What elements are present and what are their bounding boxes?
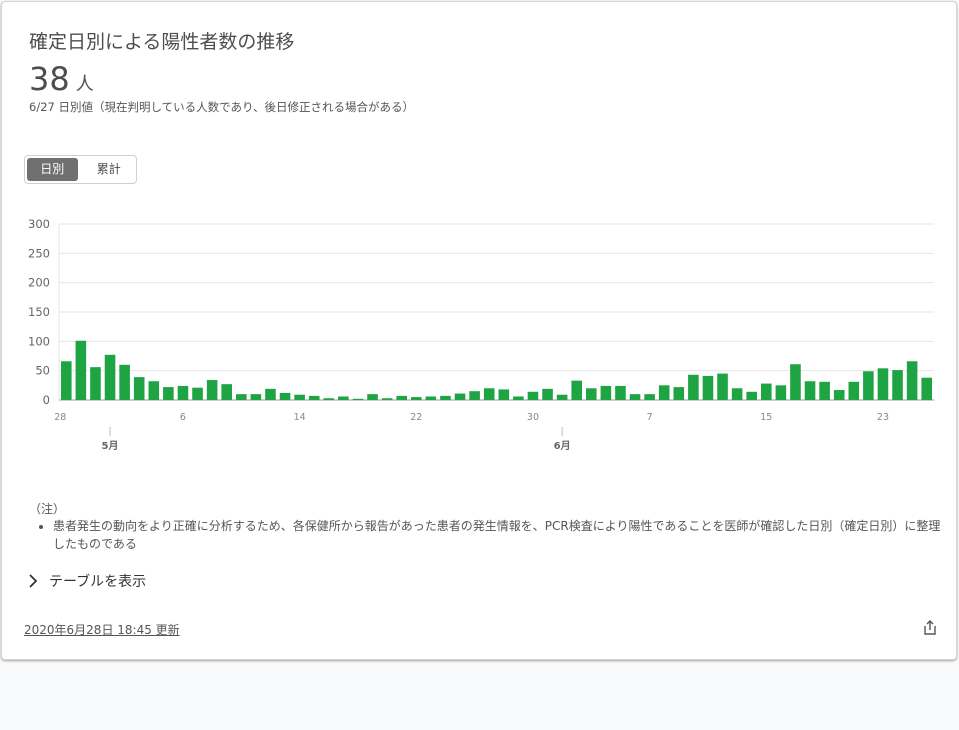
latest-value-number: 38 <box>29 60 70 98</box>
bar <box>75 340 87 400</box>
bar <box>746 391 757 400</box>
bar <box>556 394 568 400</box>
y-tick-label: 250 <box>28 246 50 260</box>
bar <box>148 381 160 400</box>
bar <box>61 361 72 400</box>
bar <box>658 385 670 400</box>
notes-list: 患者発生の動向をより正確に分析するため、各保健所から報告があった患者の発生情報を… <box>35 517 948 553</box>
bar <box>906 361 918 400</box>
bar <box>454 393 466 400</box>
bar <box>673 387 685 400</box>
show-table-toggle[interactable]: テーブルを表示 <box>25 571 146 591</box>
y-tick-label: 300 <box>28 217 50 231</box>
bar <box>221 384 232 400</box>
bar <box>279 392 291 400</box>
bar <box>192 387 203 400</box>
bar <box>440 395 451 400</box>
x-tick-label: 15 <box>760 412 772 423</box>
bar <box>848 381 860 400</box>
bar <box>731 388 743 400</box>
bar <box>104 354 116 400</box>
last-updated-link[interactable]: 2020年6月28日 18:45 更新 <box>24 621 180 638</box>
bar <box>629 394 641 400</box>
show-table-label: テーブルを表示 <box>49 574 147 590</box>
x-tick-label: 6 <box>180 412 186 423</box>
x-tick-label: 28 <box>54 412 66 423</box>
bar <box>323 398 335 400</box>
y-tick-label: 50 <box>35 364 50 378</box>
bar <box>513 396 524 400</box>
data-view-toggle: 日別 累計 <box>24 155 137 184</box>
bar <box>542 388 553 400</box>
bar <box>396 395 407 400</box>
bar <box>586 388 597 400</box>
chevron-right-icon <box>29 574 38 588</box>
bar <box>571 380 582 400</box>
bar <box>688 374 699 400</box>
bar <box>877 368 889 400</box>
y-tick-label: 200 <box>28 276 50 290</box>
month-label: 6月 <box>554 440 571 452</box>
bar <box>250 394 262 400</box>
note-item: 患者発生の動向をより正確に分析するため、各保健所から報告があった患者の発生情報を… <box>53 517 948 553</box>
bar <box>921 377 932 400</box>
x-tick-label: 22 <box>410 412 422 423</box>
bar <box>483 388 495 400</box>
bar <box>717 373 728 400</box>
bar <box>469 391 480 400</box>
bar <box>294 394 305 400</box>
bar <box>411 397 422 400</box>
bar <box>236 394 247 400</box>
bar <box>702 375 714 400</box>
bar <box>761 383 772 400</box>
bar <box>133 377 145 400</box>
share-icon[interactable] <box>921 619 939 637</box>
bar <box>381 398 393 400</box>
bar <box>790 364 801 400</box>
y-tick-label: 100 <box>28 334 50 348</box>
month-label: 5月 <box>102 440 119 452</box>
bar <box>425 396 437 400</box>
bar <box>833 390 845 400</box>
bar <box>804 381 816 400</box>
bar <box>265 388 276 400</box>
bar <box>615 385 626 400</box>
bar <box>119 364 130 400</box>
latest-value-unit: 人 <box>75 74 94 95</box>
bar <box>308 395 320 400</box>
bar <box>352 398 364 400</box>
bar <box>775 385 787 400</box>
bar <box>819 381 830 400</box>
bar <box>367 394 378 400</box>
bar <box>863 371 874 400</box>
notes-heading: （注） <box>29 502 66 516</box>
bar <box>206 380 218 400</box>
latest-value-note: 6/27 日別値（現在判明している人数であり、後日修正される場合がある） <box>29 100 415 114</box>
latest-value: 38 人 <box>29 60 94 98</box>
chart-card: 確定日別による陽性者数の推移 38 人 6/27 日別値（現在判明している人数であ… <box>1 1 957 660</box>
toggle-cumulative-button[interactable]: 累計 <box>84 158 135 181</box>
card-title: 確定日別による陽性者数の推移 <box>29 31 295 53</box>
bar <box>527 391 539 400</box>
bar <box>644 394 655 400</box>
bar <box>338 396 349 400</box>
y-tick-label: 150 <box>28 305 50 319</box>
x-tick-label: 30 <box>527 412 539 423</box>
x-tick-label: 7 <box>647 412 653 423</box>
x-tick-label: 23 <box>877 412 889 423</box>
bar <box>498 389 510 400</box>
bar <box>600 385 612 400</box>
bar <box>90 367 101 400</box>
bar <box>892 370 903 400</box>
bar-chart: 0 50 100 150 200 250 300 28 6 14 22 30 7 15 23 5月 6月 <box>28 217 934 452</box>
x-tick-label: 14 <box>294 412 306 423</box>
y-tick-label: 0 <box>43 393 50 407</box>
bar <box>163 387 174 400</box>
bar <box>177 385 189 400</box>
toggle-daily-button[interactable]: 日別 <box>27 158 78 181</box>
